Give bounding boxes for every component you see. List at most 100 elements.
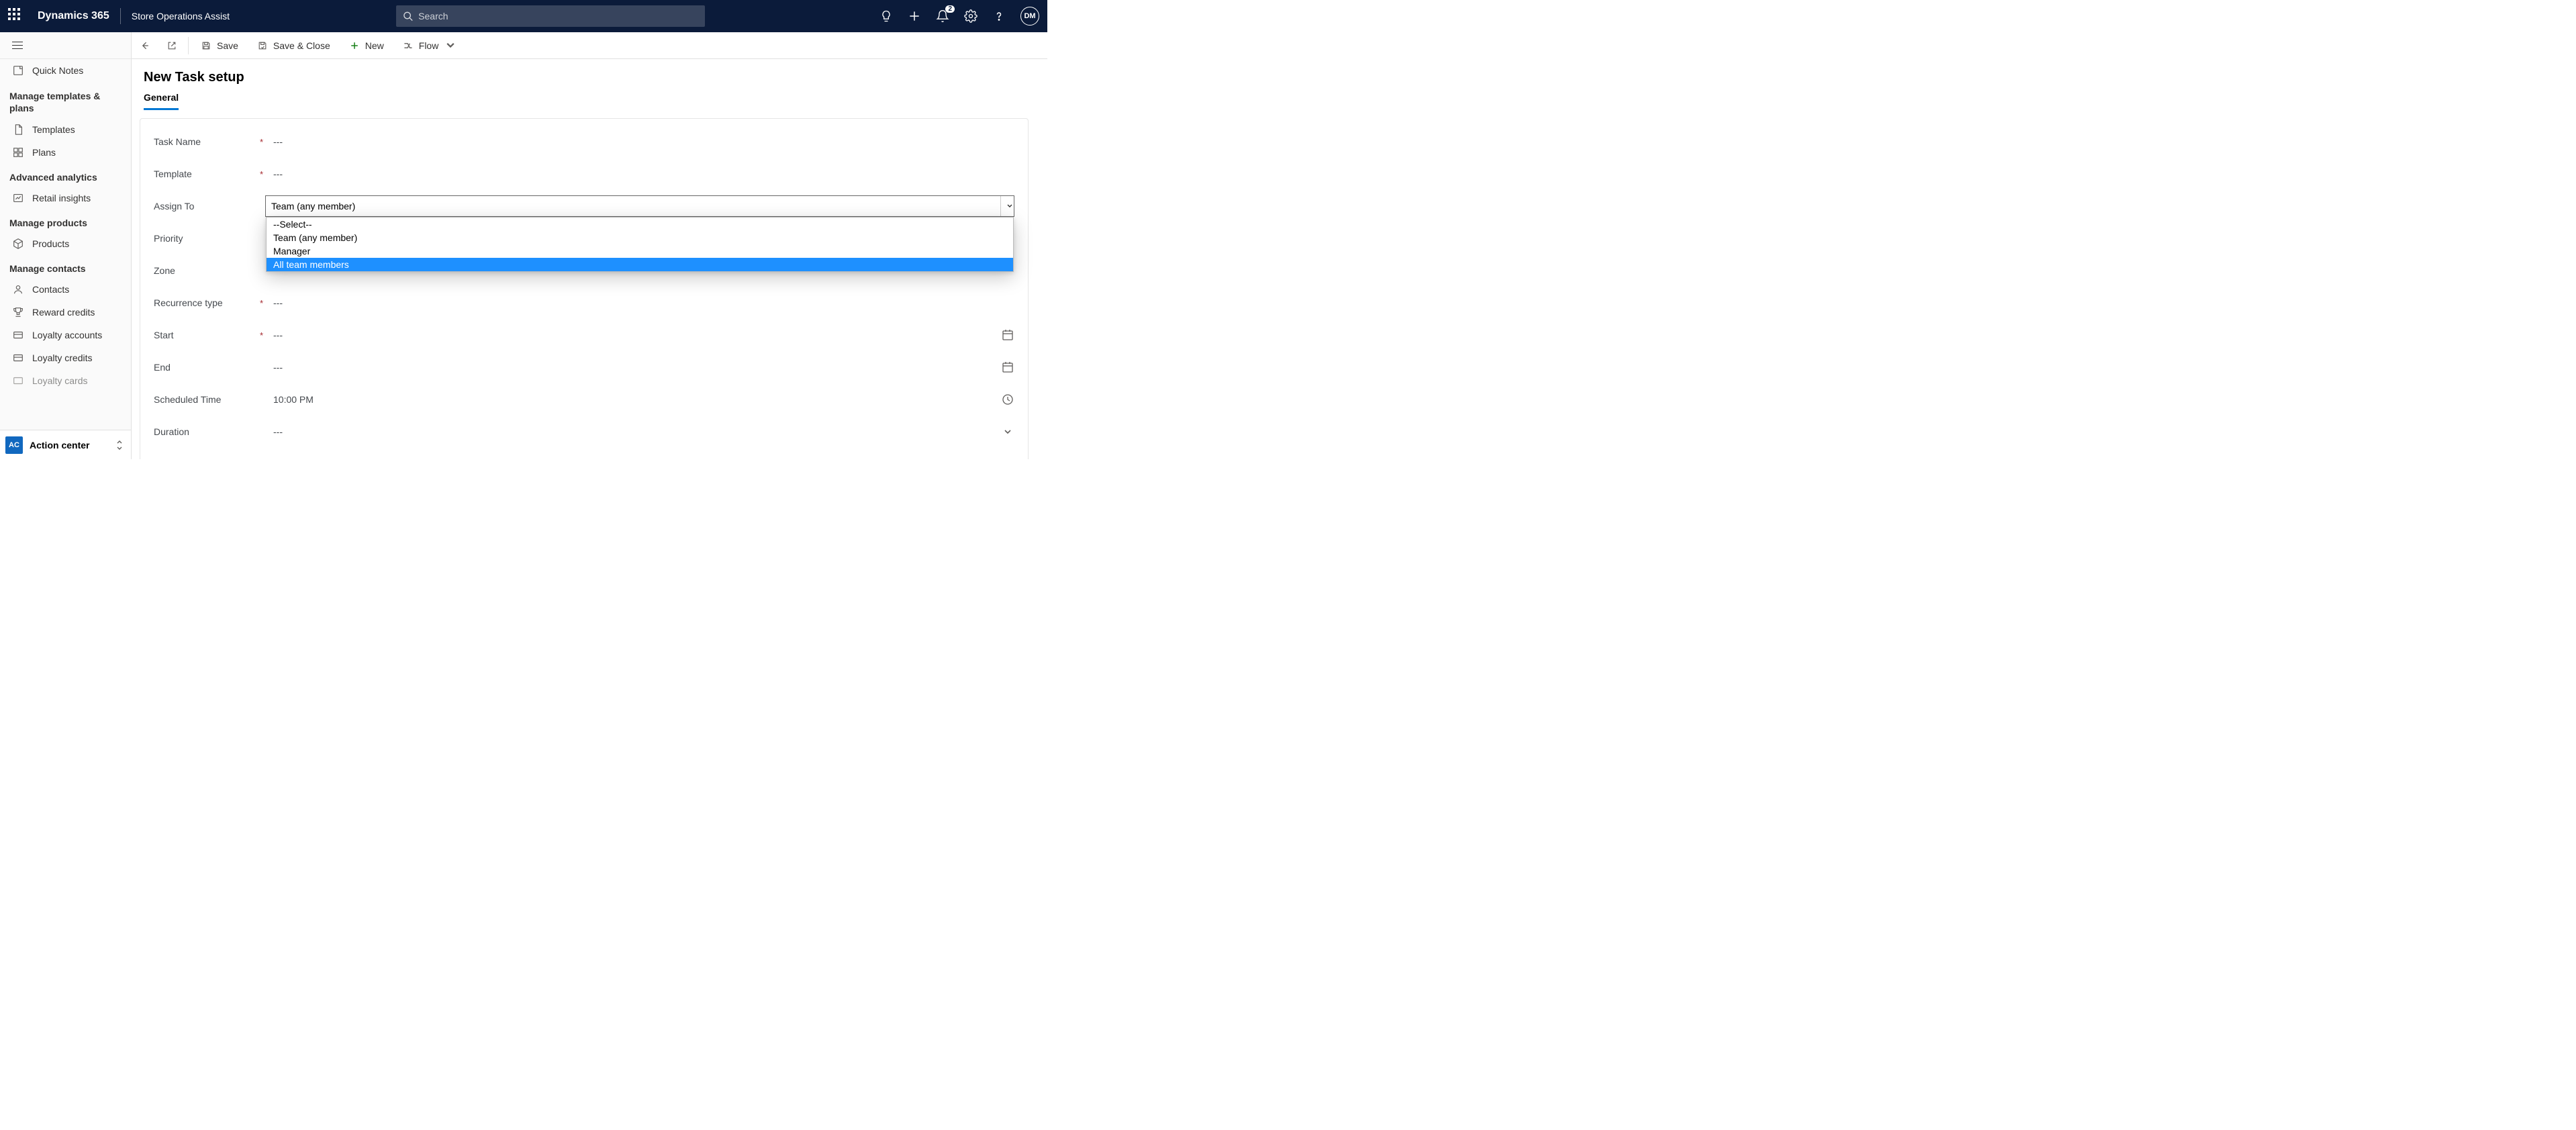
field-value[interactable]: --- xyxy=(272,132,1014,151)
nav-label: Templates xyxy=(32,124,75,135)
combo-arrow[interactable] xyxy=(1000,196,1014,216)
save-close-icon xyxy=(257,40,268,51)
chevron-down-icon xyxy=(1006,203,1013,209)
card-icon xyxy=(12,375,24,387)
nav-plans[interactable]: Plans xyxy=(0,141,131,164)
required-marker: * xyxy=(260,330,267,340)
app-launcher-icon[interactable] xyxy=(8,8,24,24)
nav-reward-credits[interactable]: Reward credits xyxy=(0,301,131,324)
field-label: Start xyxy=(154,330,260,340)
field-template: Template * --- xyxy=(154,158,1014,190)
nav-loyalty-credits[interactable]: Loyalty credits xyxy=(0,346,131,369)
cmd-label: New xyxy=(365,40,384,51)
user-avatar[interactable]: DM xyxy=(1020,7,1039,26)
field-value[interactable]: --- xyxy=(272,293,1014,312)
nav-products[interactable]: Products xyxy=(0,232,131,255)
field-value[interactable]: --- xyxy=(272,326,1001,344)
dropdown-option[interactable]: --Select-- xyxy=(267,218,1013,231)
nav-label: Contacts xyxy=(32,284,69,295)
field-task-name: Task Name * --- xyxy=(154,126,1014,158)
nav-templates[interactable]: Templates xyxy=(0,118,131,141)
form-panel: Task Name * --- Template * --- Assign To… xyxy=(140,118,1029,459)
area-switcher[interactable]: AC Action center xyxy=(0,430,131,459)
nav-label: Plans xyxy=(32,147,56,158)
field-label: Priority xyxy=(154,233,260,244)
chevron-down-icon[interactable] xyxy=(1001,425,1014,438)
nav-loyalty-accounts[interactable]: Loyalty accounts xyxy=(0,324,131,346)
dropdown-option[interactable]: All team members xyxy=(267,258,1013,271)
assign-to-combo[interactable]: Team (any member) xyxy=(265,195,1014,217)
popout-icon xyxy=(166,40,177,51)
save-button[interactable]: Save xyxy=(191,32,248,58)
field-recurrence: Recurrence type * --- xyxy=(154,287,1014,319)
search-icon xyxy=(403,11,413,21)
grid-icon xyxy=(12,146,24,158)
nav-label: Loyalty accounts xyxy=(32,330,102,340)
nav-loyalty-cards[interactable]: Loyalty cards xyxy=(0,369,131,392)
arrow-left-icon xyxy=(140,40,150,51)
global-search[interactable] xyxy=(396,5,705,27)
nav-label: Reward credits xyxy=(32,307,95,318)
chevron-down-icon xyxy=(445,40,456,51)
back-button[interactable] xyxy=(132,32,158,58)
dropdown-option[interactable]: Manager xyxy=(267,244,1013,258)
flow-icon xyxy=(403,40,414,51)
field-scheduled-time: Scheduled Time 10:00 PM xyxy=(154,383,1014,416)
section-contacts: Manage contacts xyxy=(0,255,131,278)
add-icon[interactable] xyxy=(908,9,921,23)
field-value[interactable]: --- xyxy=(272,164,1014,183)
field-label: Task Name xyxy=(154,136,260,147)
cmd-separator xyxy=(188,37,189,54)
nav-label: Loyalty cards xyxy=(32,375,87,386)
field-label: Zone xyxy=(154,265,260,276)
cmd-label: Save xyxy=(217,40,238,51)
save-icon xyxy=(201,40,211,51)
field-start: Start * --- xyxy=(154,319,1014,351)
box-icon xyxy=(12,238,24,250)
updown-icon xyxy=(115,438,124,452)
sidebar: Quick Notes Manage templates & plans Tem… xyxy=(0,32,132,459)
field-label: Duration xyxy=(154,426,260,437)
plus-icon xyxy=(349,40,360,51)
help-icon[interactable] xyxy=(992,9,1006,23)
cmd-label: Save & Close xyxy=(273,40,330,51)
area-tile: AC xyxy=(5,436,23,454)
calendar-icon[interactable] xyxy=(1001,328,1014,342)
nav-contacts[interactable]: Contacts xyxy=(0,278,131,301)
brand-name: Dynamics 365 xyxy=(38,10,109,22)
field-value[interactable]: --- xyxy=(272,422,1001,441)
new-button[interactable]: New xyxy=(340,32,393,58)
flow-button[interactable]: Flow xyxy=(393,32,471,58)
section-products: Manage products xyxy=(0,209,131,232)
person-icon xyxy=(12,283,24,295)
tab-general[interactable]: General xyxy=(144,92,179,110)
page-title: New Task setup xyxy=(132,59,1047,85)
hamburger-icon xyxy=(12,42,23,50)
sidebar-toggle[interactable] xyxy=(0,32,131,59)
section-templates: Manage templates & plans xyxy=(0,82,131,118)
nav-label: Retail insights xyxy=(32,193,91,203)
nav-retail-insights[interactable]: Retail insights xyxy=(0,187,131,209)
field-duration: Duration --- xyxy=(154,416,1014,448)
field-value[interactable]: 10:00 PM xyxy=(272,390,1001,409)
section-analytics: Advanced analytics xyxy=(0,164,131,187)
nav-label: Products xyxy=(32,238,69,249)
save-close-button[interactable]: Save & Close xyxy=(248,32,340,58)
dropdown-option[interactable]: Team (any member) xyxy=(267,231,1013,244)
area-label: Action center xyxy=(30,440,115,451)
lightbulb-icon[interactable] xyxy=(879,9,893,23)
popout-button[interactable] xyxy=(158,32,185,58)
clock-icon[interactable] xyxy=(1001,393,1014,406)
field-label: Scheduled Time xyxy=(154,394,260,405)
settings-icon[interactable] xyxy=(964,9,977,23)
notifications-icon[interactable]: 2 xyxy=(936,9,949,23)
field-value[interactable]: --- xyxy=(272,358,1001,377)
brand-divider xyxy=(120,8,121,24)
app-subtitle: Store Operations Assist xyxy=(132,11,230,21)
required-marker: * xyxy=(260,137,267,147)
main-area: Save Save & Close New Flow New Task setu… xyxy=(132,32,1047,459)
nav-quick-notes[interactable]: Quick Notes xyxy=(0,59,131,82)
calendar-icon[interactable] xyxy=(1001,361,1014,374)
search-input[interactable] xyxy=(418,11,698,21)
notification-badge: 2 xyxy=(945,5,955,13)
